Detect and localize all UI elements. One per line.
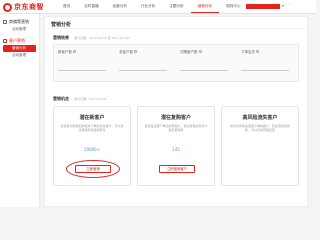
nav-item-home[interactable]: 首页 bbox=[56, 0, 77, 13]
logo-icon bbox=[3, 2, 12, 12]
sidebar-item-activity[interactable]: 活动管理 bbox=[0, 26, 39, 33]
section-title-opportunity: 营销机会 bbox=[53, 96, 69, 101]
market-customers-button[interactable]: 立即营销客户 bbox=[159, 165, 195, 173]
sidebar-group-label: 商铺策营销 bbox=[9, 19, 29, 24]
info-icon[interactable] bbox=[134, 50, 137, 53]
stat-new-customers: 新客户数 bbox=[54, 45, 115, 81]
sidebar-item-marketing-analysis[interactable]: 营销分析 bbox=[3, 45, 36, 52]
stat-value-placeholder bbox=[241, 66, 289, 71]
stat-value-placeholder bbox=[180, 66, 228, 71]
card-description: 最近有浏览或加购但未下单的潜在客户，可以通过营销手段促成转化 bbox=[60, 124, 124, 132]
stat-old-customers: 老客户数 bbox=[115, 45, 176, 81]
sidebar-item-activity-manage[interactable]: 活动管理 bbox=[0, 52, 39, 59]
card-title: 潜在复购客户 bbox=[160, 115, 191, 121]
stat-label: 老客户数 bbox=[119, 50, 133, 54]
market-now-button[interactable]: 立即营销 bbox=[75, 165, 111, 173]
logo-text: 京东商智 bbox=[14, 3, 44, 11]
stat-label: 新客户数 bbox=[58, 50, 72, 54]
info-icon[interactable] bbox=[73, 50, 76, 53]
stat-value-placeholder bbox=[119, 66, 167, 71]
sidebar: 商铺策营销 活动管理 客户营销 营销分析 活动管理 bbox=[0, 14, 40, 207]
stats-panel: 新客户数 老客户数 沉睡客户数 下单会员 bbox=[53, 44, 299, 82]
nav-item-marketing[interactable]: 营销分析 bbox=[190, 0, 220, 13]
sidebar-group-label: 客户营销 bbox=[9, 38, 25, 43]
logo[interactable]: 京东商智 bbox=[3, 2, 44, 12]
info-icon[interactable] bbox=[256, 50, 259, 53]
stat-value-placeholder bbox=[58, 66, 106, 71]
main-panel: 营销分析 营销效果 统计日期：2017-02-20 至 2017-02-26 新… bbox=[44, 16, 308, 207]
nav-item-operations[interactable]: 经营分析 bbox=[106, 0, 134, 13]
nav-item-industry[interactable]: 行业分析 bbox=[134, 0, 162, 13]
stat-dormant-customers: 沉睡客户数 bbox=[176, 45, 237, 81]
stat-label: 下单会员 bbox=[241, 50, 255, 54]
main-nav: 首页 实时直播 经营分析 行业分析 主题分析 营销分析 规则中心 bbox=[56, 0, 247, 13]
sidebar-group-store[interactable]: 商铺策营销 bbox=[0, 18, 39, 26]
card-churn-risk: 高风险流失客户 较长时间未在店铺下单的客户，存在流失的风险，可以定向营销召回 bbox=[221, 106, 299, 186]
more-icon[interactable]: ⋯ bbox=[289, 3, 293, 7]
card-count: 145 bbox=[172, 147, 180, 152]
card-description: 曾经在店铺下单过的老客户，通过营销活动可以提高复购率 bbox=[144, 124, 208, 132]
info-icon[interactable] bbox=[198, 50, 202, 53]
nav-item-realtime[interactable]: 实时直播 bbox=[77, 0, 105, 13]
sidebar-group-customer[interactable]: 客户营销 bbox=[0, 37, 39, 45]
nav-item-topic[interactable]: 主题分析 bbox=[162, 0, 190, 13]
card-title: 高风险流失客户 bbox=[242, 115, 278, 121]
store-icon bbox=[3, 20, 7, 24]
card-potential-repurchase: 潜在复购客户 曾经在店铺下单过的老客户，通过营销活动可以提高复购率 145 立即… bbox=[137, 106, 215, 186]
page-title: 营销分析 bbox=[45, 17, 307, 29]
nav-item-rules[interactable]: 规则中心 bbox=[219, 0, 247, 13]
card-title: 潜在新客户 bbox=[79, 115, 105, 121]
overview-date-range: 统计日期：2017-02-20 至 2017-02-26 bbox=[74, 36, 130, 40]
opportunity-cards: 潜在新客户 最近有浏览或加购但未下单的潜在客户，可以通过营销手段促成转化 100… bbox=[53, 106, 299, 186]
section-title-overview: 营销效果 bbox=[53, 35, 69, 40]
card-count: 10000+ bbox=[83, 147, 101, 152]
user-icon bbox=[3, 39, 7, 43]
chevron-down-icon[interactable]: ▾ bbox=[282, 3, 284, 8]
stat-label: 沉睡客户数 bbox=[180, 50, 198, 54]
opportunity-date-range: 统计日期：2017-02-26 bbox=[74, 97, 107, 101]
user-account-redacted[interactable] bbox=[246, 4, 280, 9]
card-potential-new: 潜在新客户 最近有浏览或加购但未下单的潜在客户，可以通过营销手段促成转化 100… bbox=[53, 106, 131, 186]
card-description: 较长时间未在店铺下单的客户，存在流失的风险，可以定向营销召回 bbox=[229, 124, 290, 132]
top-bar: 京东商智 首页 实时直播 经营分析 行业分析 主题分析 营销分析 规则中心 ▾ … bbox=[0, 0, 316, 14]
stat-ordering-members: 下单会员 bbox=[237, 45, 298, 81]
